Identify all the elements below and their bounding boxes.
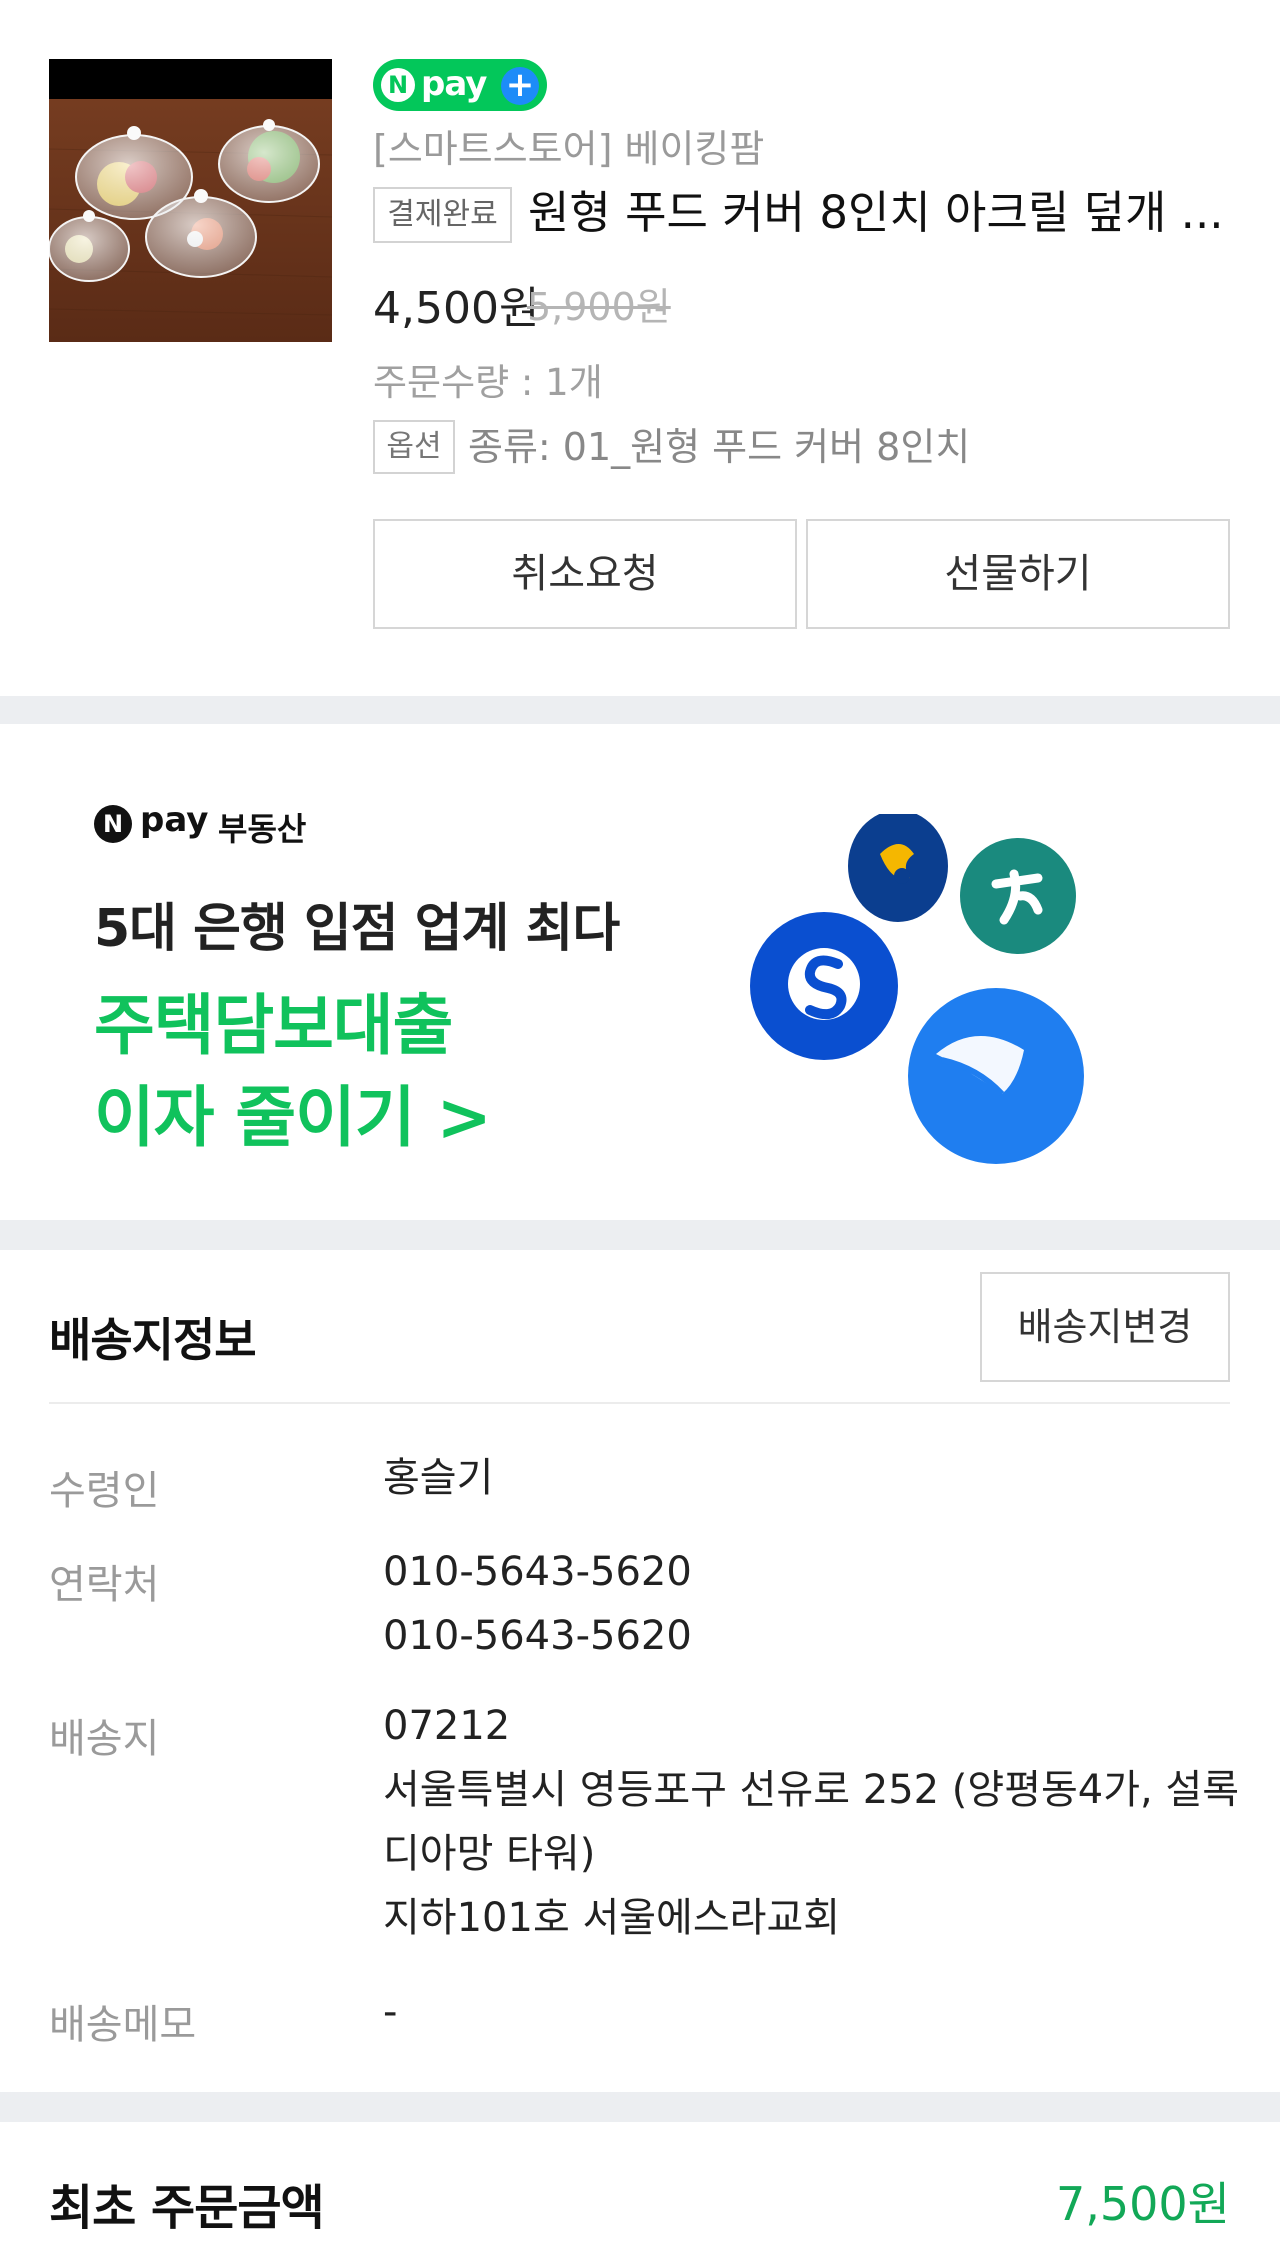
total-amount: 7,500원 — [1055, 2177, 1230, 2231]
delivery-info-section: 배송지정보 배송지변경 수령인 홍슬기 연락처 010-5643-5620 01… — [0, 1250, 1280, 2092]
address-line-2: 디아망 타워) — [383, 1831, 596, 1877]
payment-status-badge: 결제완료 — [373, 187, 512, 243]
banner-brand-realestate: 부동산 — [218, 810, 307, 848]
original-price: 5,900원 — [527, 285, 671, 329]
product-thumbnail[interactable] — [49, 59, 332, 342]
bank-logos-icon — [750, 814, 1084, 1164]
product-title[interactable]: 원형 푸드 커버 8인치 아크릴 덮개 ... — [528, 181, 1238, 245]
banner-brand-pay: pay — [140, 800, 209, 840]
npay-plus-logo: N pay + — [373, 59, 547, 111]
section-title: 배송지정보 — [49, 1313, 257, 1367]
divider — [49, 1402, 1230, 1404]
naver-n-icon: N — [381, 68, 415, 102]
memo-value: - — [383, 1989, 398, 2035]
section-divider — [0, 2092, 1280, 2122]
banner-highlight-1: 주택담보대출 — [94, 987, 453, 1064]
memo-label: 배송메모 — [49, 2002, 197, 2048]
contact-label: 연락처 — [49, 1562, 160, 1608]
zipcode: 07212 — [383, 1703, 511, 1749]
plus-icon: + — [501, 67, 539, 105]
recipient-value: 홍슬기 — [383, 1455, 494, 1501]
option-text: 종류: 01_원형 푸드 커버 8인치 — [468, 425, 971, 469]
food-cover-photo — [49, 59, 332, 342]
phone-secondary[interactable]: 010-5643-5620 — [383, 1604, 692, 1668]
total-label: 최초 주문금액 — [49, 2180, 325, 2236]
order-product-card: N pay + [스마트스토어] 베이킹팜 결제완료 원형 푸드 커버 8인치 … — [0, 0, 1280, 696]
address-label: 배송지 — [49, 1716, 160, 1762]
change-address-button[interactable]: 배송지변경 — [980, 1272, 1230, 1382]
store-name[interactable]: [스마트스토어] 베이킹팜 — [373, 118, 764, 173]
order-quantity: 주문수량 : 1개 — [373, 361, 603, 404]
banner-headline: 5대 은행 입점 업계 최다 — [94, 899, 620, 959]
address-line-1: 서울특별시 영등포구 선유로 252 (양평동4가, 설록 — [383, 1767, 1240, 1813]
address-line-3: 지하101호 서울에스라교회 — [383, 1895, 841, 1941]
section-divider — [0, 1220, 1280, 1250]
naver-n-icon: N — [94, 805, 132, 843]
gift-button[interactable]: 선물하기 — [806, 519, 1230, 629]
banner-highlight-2: 이자 줄이기 > — [94, 1079, 492, 1156]
recipient-label: 수령인 — [49, 1468, 160, 1514]
npay-realestate-banner[interactable]: N pay 부동산 5대 은행 입점 업계 최다 주택담보대출 이자 줄이기 > — [0, 724, 1280, 1220]
npay-word: pay — [421, 64, 487, 104]
phone-primary[interactable]: 010-5643-5620 — [383, 1540, 692, 1604]
sale-price: 4,500원 — [373, 283, 540, 334]
cancel-request-button[interactable]: 취소요청 — [373, 519, 797, 629]
option-badge: 옵션 — [373, 420, 455, 474]
order-total-section: 최초 주문금액 7,500원 — [0, 2122, 1280, 2262]
section-divider — [0, 696, 1280, 724]
